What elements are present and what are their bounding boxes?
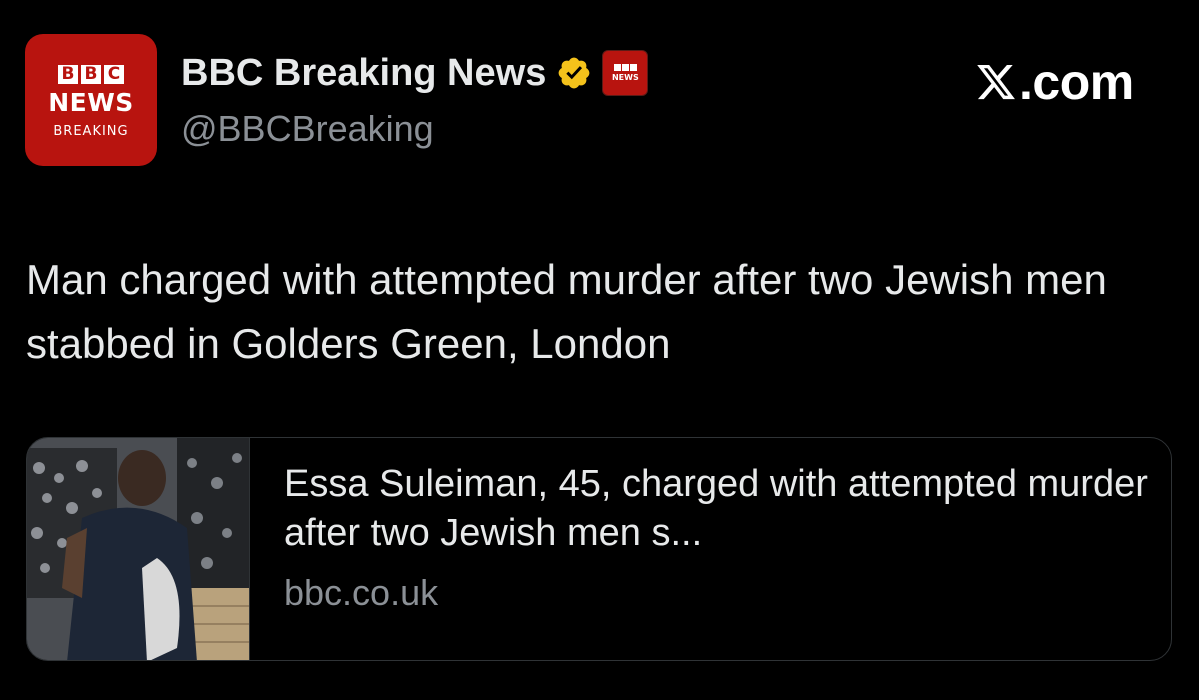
bbc-mini-logo bbox=[613, 64, 637, 71]
card-title[interactable]: Essa Suleiman, 45, charged with attempte… bbox=[284, 460, 1164, 558]
bbc-news-org-badge[interactable]: NEWS bbox=[602, 50, 649, 96]
x-com-logo: .com bbox=[975, 54, 1134, 110]
link-preview-card[interactable]: Essa Suleiman, 45, charged with attempte… bbox=[26, 437, 1172, 661]
thumbnail-photo bbox=[27, 438, 249, 660]
card-thumbnail-image bbox=[27, 438, 250, 660]
bbc-letter: B bbox=[58, 65, 78, 84]
x-logo-icon bbox=[977, 64, 1015, 100]
avatar-news-text: NEWS bbox=[48, 88, 134, 117]
bbc-letter: B bbox=[81, 65, 101, 84]
avatar-breaking-text: BREAKING bbox=[53, 124, 129, 139]
tweet-text: Man charged with attempted murder after … bbox=[26, 256, 1107, 367]
author-display-name[interactable]: BBC Breaking News bbox=[181, 52, 546, 95]
author-avatar[interactable]: B B C NEWS BREAKING bbox=[25, 34, 157, 166]
org-badge-news-text: NEWS bbox=[611, 73, 639, 82]
bbc-letter: C bbox=[104, 65, 124, 84]
card-body: Essa Suleiman, 45, charged with attempte… bbox=[250, 438, 1164, 660]
card-domain: bbc.co.uk bbox=[284, 572, 439, 613]
author-name-row: BBC Breaking News NEWS bbox=[181, 48, 649, 98]
author-handle[interactable]: @BBCBreaking bbox=[181, 108, 434, 150]
bbc-logo-blocks: B B C bbox=[58, 65, 124, 84]
tweet-screenshot: B B C NEWS BREAKING BBC Breaking News NE… bbox=[0, 0, 1199, 700]
gold-verified-badge-icon[interactable] bbox=[556, 55, 592, 91]
x-com-suffix: .com bbox=[1019, 54, 1134, 110]
